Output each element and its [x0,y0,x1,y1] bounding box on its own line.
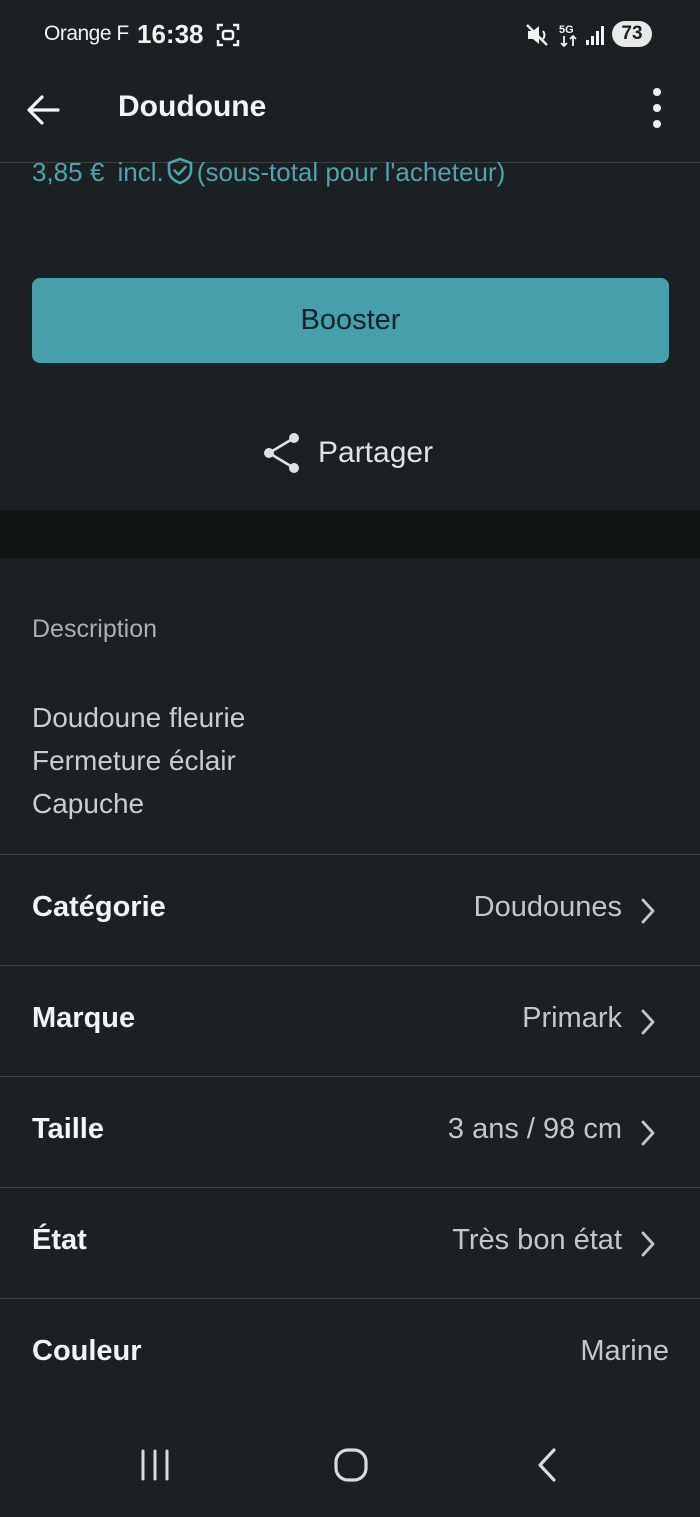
screenshot-icon [216,23,240,47]
detail-label: Catégorie [32,891,166,923]
more-vertical-icon[interactable] [640,84,674,134]
detail-label: Taille [32,1113,104,1145]
signal-icon [586,26,604,45]
detail-row-condition[interactable]: État Très bon état [0,1187,700,1298]
detail-label: État [32,1224,87,1256]
booster-button[interactable]: Booster [32,278,669,363]
chevron-right-icon [641,898,655,924]
description-text: Doudoune fleurie Fermeture éclair Capuch… [32,696,245,825]
detail-value: Doudounes [473,891,622,923]
carrier-name: Orange F [44,22,129,45]
description-title: Description [32,615,158,643]
recent-apps-icon[interactable] [135,1445,175,1485]
clock: 16:38 [137,19,204,49]
svg-text:5G: 5G [559,24,574,36]
detail-row-brand[interactable]: Marque Primark [0,965,700,1076]
buyer-price: 3,85 € incl. (sous-total pour l'acheteur… [32,157,505,188]
chevron-right-icon [641,1009,655,1035]
detail-value: Primark [522,1002,622,1034]
chevron-right-icon [641,1231,655,1257]
mute-icon [526,24,548,46]
detail-label: Marque [32,1002,136,1034]
section-separator [0,510,700,558]
price-incl: incl. [117,157,164,187]
page-title: Doudoune [118,90,267,123]
back-nav-icon[interactable] [527,1445,567,1485]
description-line: Doudoune fleurie [32,702,246,733]
detail-row-color: Couleur Marine [0,1298,700,1405]
shield-check-icon [167,157,193,185]
share-label: Partager [318,436,434,469]
detail-row-size[interactable]: Taille 3 ans / 98 cm [0,1076,700,1187]
battery-icon: 73 [612,21,652,47]
detail-value: 3 ans / 98 cm [447,1113,622,1145]
description-line: Fermeture éclair [32,745,236,776]
status-bar: Orange F 16:38 5G 73 [0,0,700,70]
price-note: (sous-total pour l'acheteur) [196,157,506,187]
5g-icon: 5G [559,24,577,48]
app-bar: Doudoune [0,70,700,162]
detail-value: Marine [580,1335,669,1367]
detail-value: Très bon état [452,1224,622,1256]
share-icon [264,433,299,473]
detail-row-category[interactable]: Catégorie Doudounes [0,854,700,965]
share-button[interactable]: Partager [262,430,433,476]
home-icon[interactable] [331,1445,371,1485]
chevron-right-icon [641,1120,655,1146]
price-amount: 3,85 € [32,157,105,187]
system-nav-bar [0,1405,700,1517]
detail-label: Couleur [32,1335,142,1367]
arrow-left-icon[interactable] [22,88,66,132]
description-line: Capuche [32,788,145,819]
